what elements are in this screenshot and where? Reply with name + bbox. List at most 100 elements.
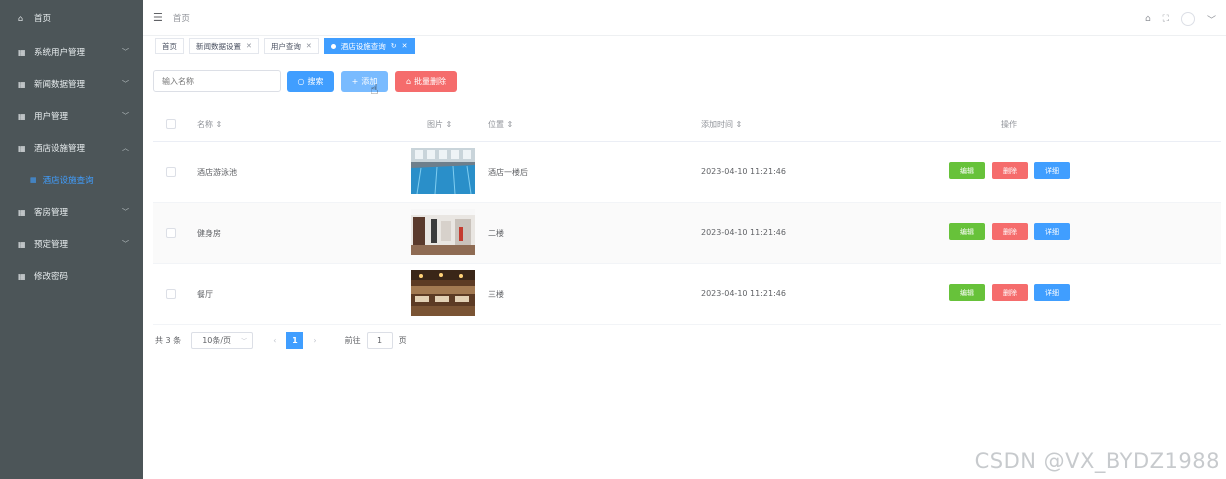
next-page-icon[interactable]: › [313, 336, 316, 345]
column-label: 图片 [427, 120, 443, 129]
delete-button[interactable]: 删除 [992, 284, 1028, 301]
avatar[interactable] [1180, 12, 1195, 26]
sidebar-subitem-facility-query[interactable]: ▦ 酒店设施查询 [0, 164, 143, 196]
close-icon[interactable]: ✕ [306, 42, 312, 50]
sidebar-item-password[interactable]: ▦ 修改密码 [0, 260, 143, 292]
close-icon[interactable]: ✕ [246, 42, 252, 50]
page-suffix-label: 页 [398, 335, 407, 345]
topbar: ☰ 首页 ⌂ ⛶ ﹀ [143, 0, 1226, 36]
sidebar-item-news[interactable]: ▦ 新闻数据管理 ﹀ [0, 68, 143, 100]
tab-label: 新闻数据设置 [196, 41, 241, 51]
grid-icon: ▦ [18, 207, 26, 217]
shirt-icon[interactable]: ⌂ [1145, 14, 1151, 24]
column-header-time[interactable]: 添加时间 ⇕ [701, 119, 742, 130]
cell-location: 酒店一楼后 [488, 168, 528, 177]
cell-name: 酒店游泳池 [197, 168, 237, 177]
plus-icon: + [351, 77, 359, 86]
sidebar-item-users[interactable]: ▦ 用户管理 ﹀ [0, 100, 143, 132]
select-all-checkbox[interactable] [166, 119, 176, 129]
sidebar-subitem-label: 酒店设施查询 [42, 176, 94, 186]
sidebar-item-facilities[interactable]: ▦ 酒店设施管理 ︿ [0, 132, 143, 164]
grid-icon: ▦ [18, 79, 26, 89]
table-header: 名称 ⇕ 图片 ⇕ 位置 ⇕ 添加时间 ⇕ 操作 [153, 106, 1221, 142]
prev-page-icon[interactable]: ‹ [273, 336, 276, 345]
column-label: 位置 [488, 120, 504, 129]
breadcrumb: 首页 [172, 13, 190, 24]
close-icon[interactable]: ✕ [402, 42, 408, 50]
delete-button[interactable]: 删除 [992, 223, 1028, 240]
edit-button[interactable]: 编辑 [949, 284, 985, 301]
delete-button[interactable]: 删除 [992, 162, 1028, 179]
trash-icon: ⌂ [405, 77, 412, 86]
tab-label: 用户查询 [270, 41, 301, 51]
cell-location: 二楼 [488, 229, 504, 238]
refresh-icon[interactable]: ↻ [391, 42, 397, 50]
column-header-name[interactable]: 名称 ⇕ [197, 119, 222, 130]
grid-icon: ▦ [30, 176, 37, 184]
cell-time: 2023-04-10 11:21:46 [701, 228, 786, 237]
tab-user-query[interactable]: 用户查询 ✕ [263, 38, 319, 54]
chevron-down-icon: ﹀ [122, 48, 129, 56]
edit-button[interactable]: 编辑 [949, 162, 985, 179]
grid-icon: ▦ [18, 239, 26, 249]
row-checkbox[interactable] [166, 289, 176, 299]
facility-table: 名称 ⇕ 图片 ⇕ 位置 ⇕ 添加时间 ⇕ 操作 酒店游泳池 酒店一楼后 202… [153, 106, 1221, 325]
search-icon: ○ [297, 77, 305, 86]
sidebar-item-label: 修改密码 [34, 272, 69, 282]
tab-home[interactable]: 首页 [155, 38, 184, 54]
sidebar-item-bookings[interactable]: ▦ 预定管理 ﹀ [0, 228, 143, 260]
hand-cursor-icon: ☝ [370, 82, 379, 98]
sidebar-item-home[interactable]: ⌂ 首页 [0, 0, 143, 36]
column-label: 名称 [197, 120, 213, 129]
tab-label: 酒店设施查询 [340, 41, 386, 51]
search-button[interactable]: ○ 搜索 [287, 71, 334, 92]
batch-delete-button[interactable]: ⌂ 批量删除 [395, 71, 457, 92]
detail-button[interactable]: 详细 [1034, 223, 1070, 240]
column-header-image[interactable]: 图片 ⇕ [427, 119, 452, 130]
column-header-location[interactable]: 位置 ⇕ [488, 119, 513, 130]
row-checkbox[interactable] [166, 167, 176, 177]
chevron-down-icon: ﹀ [122, 112, 129, 120]
edit-button[interactable]: 编辑 [949, 223, 985, 240]
search-input[interactable] [153, 70, 281, 92]
fullscreen-icon[interactable]: ⛶ [1163, 14, 1169, 24]
menu-toggle-icon[interactable]: ☰ [153, 11, 163, 24]
row-checkbox[interactable] [166, 228, 176, 238]
column-label: 添加时间 [701, 120, 733, 129]
page-size-select[interactable]: 10条/页 ﹀ [191, 331, 254, 349]
total-count: 共 3 条 [155, 335, 182, 345]
detail-button[interactable]: 详细 [1034, 162, 1070, 179]
active-dot-icon [330, 43, 336, 49]
sidebar-item-label: 预定管理 [34, 240, 69, 250]
sidebar-item-rooms[interactable]: ▦ 客房管理 ﹀ [0, 196, 143, 228]
cell-location: 三楼 [488, 290, 504, 299]
grid-icon: ▦ [18, 47, 26, 57]
tab-news-settings[interactable]: 新闻数据设置 ✕ [189, 38, 259, 54]
cell-name: 健身房 [197, 229, 221, 238]
tab-label: 首页 [162, 41, 177, 51]
tabs-bar: 首页 新闻数据设置 ✕ 用户查询 ✕ 酒店设施查询 ↻ ✕ [155, 38, 415, 54]
grid-icon: ▦ [18, 143, 26, 153]
column-header-actions: 操作 [1001, 120, 1017, 129]
chevron-down-icon: ﹀ [122, 80, 129, 88]
batch-delete-label: 批量删除 [414, 77, 447, 86]
tab-facility-query[interactable]: 酒店设施查询 ↻ ✕ [323, 38, 415, 54]
sidebar-item-label: 首页 [34, 14, 52, 24]
table-row: 酒店游泳池 酒店一楼后 2023-04-10 11:21:46 编辑 删除 详细 [153, 142, 1221, 203]
topbar-actions: ⌂ ⛶ ﹀ [1145, 12, 1216, 26]
chevron-down-icon: ﹀ [122, 208, 129, 216]
page-number-current[interactable]: 1 [286, 331, 304, 349]
add-button[interactable]: + 添加 [341, 71, 388, 92]
cell-time: 2023-04-10 11:21:46 [701, 289, 786, 298]
detail-button[interactable]: 详细 [1034, 284, 1070, 301]
sidebar-item-label: 用户管理 [34, 112, 69, 122]
restaurant-image [411, 270, 475, 316]
watermark: CSDN @VX_BYDZ1988 [974, 449, 1220, 473]
table-row: 健身房 二楼 2023-04-10 11:21:46 编辑 删除 详细 [153, 203, 1221, 264]
goto-page-input[interactable]: 1 [366, 331, 393, 349]
table-row: 餐厅 三楼 2023-04-10 11:21:46 编辑 删除 详细 [153, 264, 1221, 325]
chevron-down-icon[interactable]: ﹀ [1207, 13, 1216, 26]
sidebar-item-system-users[interactable]: ▦ 系统用户管理 ﹀ [0, 36, 143, 68]
goto-label: 前往 [344, 335, 361, 345]
sidebar: ⌂ 首页 ▦ 系统用户管理 ﹀ ▦ 新闻数据管理 ﹀ ▦ 用户管理 ﹀ ▦ 酒店… [0, 0, 143, 479]
